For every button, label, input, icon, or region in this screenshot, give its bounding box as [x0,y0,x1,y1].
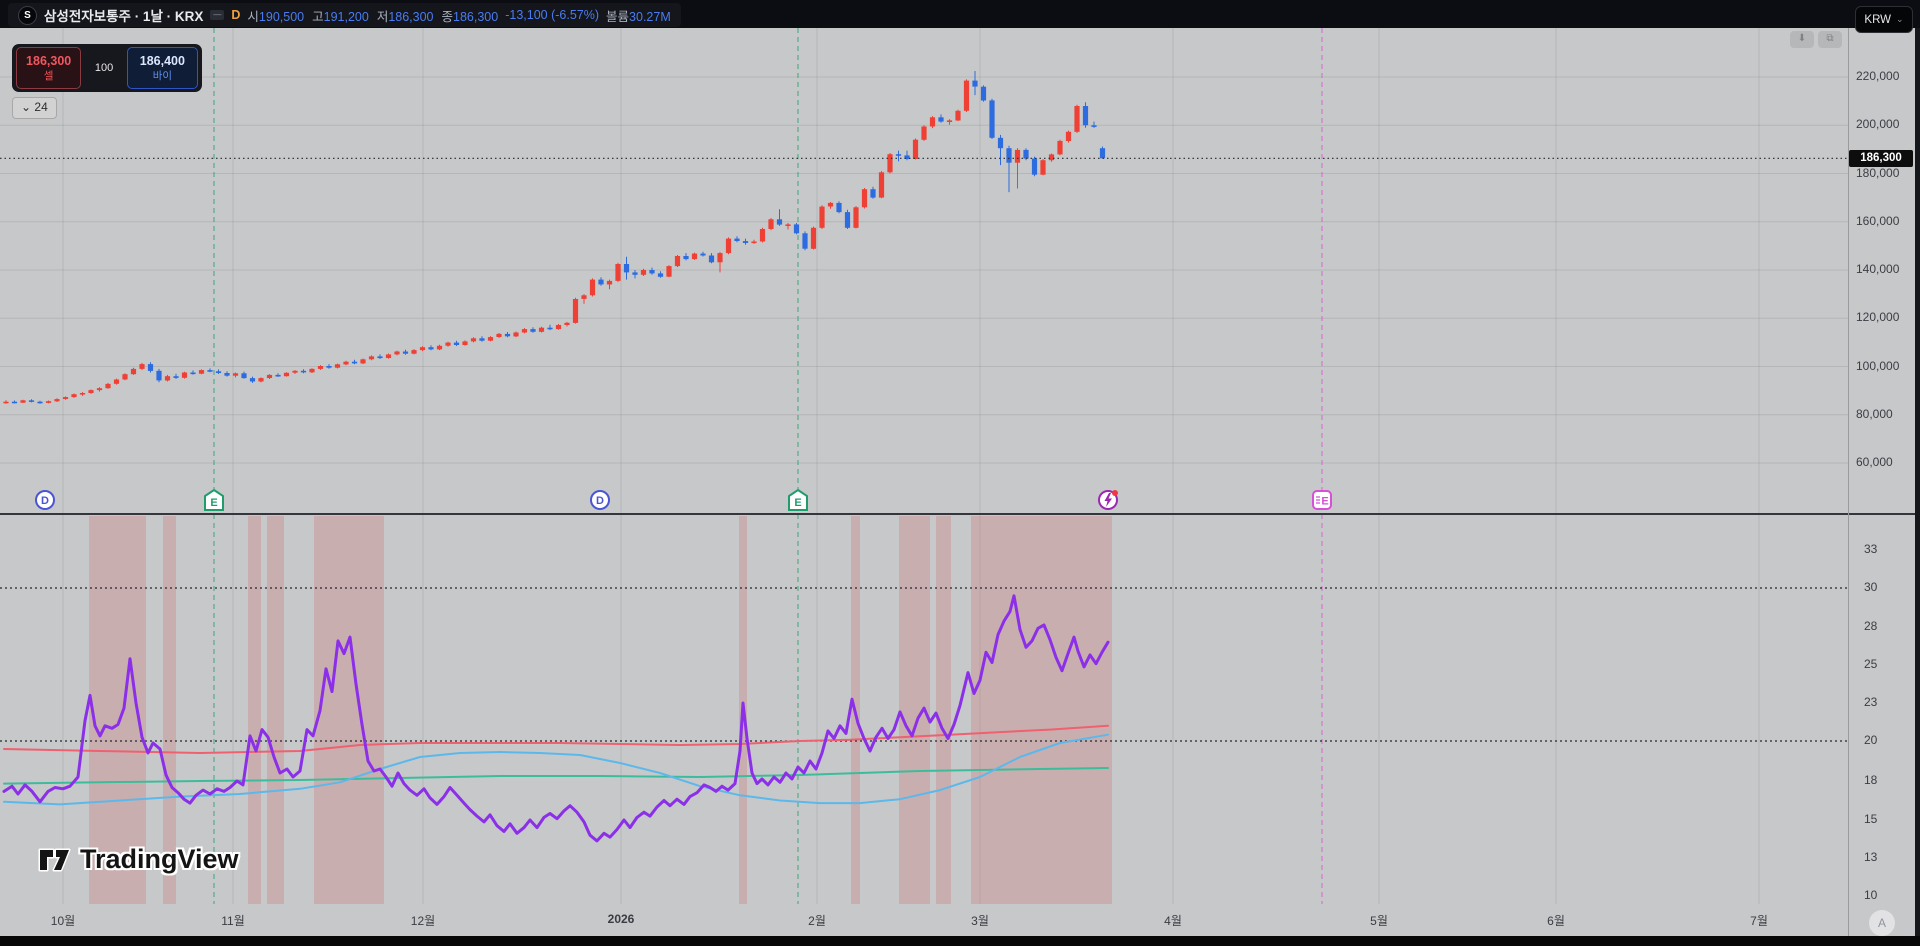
sell-button[interactable]: 186,300 셀 [16,47,82,89]
panel-separator[interactable] [0,513,1920,515]
price-tick-label: 220,000 [1856,69,1900,83]
time-tick-label: 5월 [1370,914,1388,928]
tradingview-watermark[interactable]: TradingView [38,844,239,875]
ohlc-field: 시190,500 [247,9,305,24]
indicator-tick-label: 23 [1864,695,1878,709]
earnings-marker-icon[interactable]: E [787,488,809,511]
dividend-marker-icon[interactable]: D [589,489,611,511]
currency-label: KRW [1864,13,1892,26]
indicator-tick-label: 15 [1864,812,1878,826]
sell-label: 셀 [43,69,54,82]
indicator-tick-label: 18 [1864,773,1878,787]
order-panel: 186,300 셀 100 186,400 바이 [12,44,202,92]
indicator-tick-label: 10 [1864,888,1878,902]
svg-text:D: D [596,495,604,507]
camera-icon[interactable]: ⧉ [1818,31,1842,48]
ohlc-values: 시190,500 고191,200 저186,300 종186,300 [247,6,498,25]
earnings-marker-icon[interactable]: E [203,488,225,511]
chevron-down-icon: ⌄ [1896,14,1904,24]
bottom-bar [0,936,1920,946]
price-tick-label: 180,000 [1856,166,1900,180]
price-tick-label: 80,000 [1856,407,1893,421]
price-tick-label: 120,000 [1856,310,1900,324]
indicator-tick-label: 33 [1864,542,1878,556]
buy-price: 186,400 [139,53,185,68]
timeframe-label: D [231,8,241,22]
indicator-tick-label: 13 [1864,850,1878,864]
indicator-tick-label: 20 [1864,733,1878,747]
time-tick-label: 2026 [607,912,635,926]
price-tick-label: 100,000 [1856,359,1900,373]
indicator-tick-label: 30 [1864,580,1878,594]
ohlc-field: 종186,300 [441,9,499,24]
time-tick-label: 6월 [1547,914,1565,928]
download-icon[interactable]: ⬇ [1790,31,1814,48]
collapse-icon[interactable]: — [210,10,225,20]
time-tick-label: 7월 [1750,914,1768,928]
ohlc-field: 고191,200 [312,9,369,24]
economic-event-marker-icon[interactable]: E [1311,489,1333,511]
svg-text:E: E [210,497,217,509]
object-count: 24 [34,100,48,114]
indicator-tick-label: 28 [1864,619,1878,633]
svg-text:E: E [1321,496,1328,508]
chart-plot-area[interactable] [0,28,1848,914]
time-tick-label: 11월 [221,914,245,928]
price-tick-label: 60,000 [1856,455,1893,469]
time-tick-label: 12월 [410,914,436,928]
currency-selector[interactable]: KRW ⌄ [1855,6,1913,33]
time-tick-label: 3월 [971,914,989,928]
buy-button[interactable]: 186,400 바이 [126,47,198,89]
chevron-down-icon: ⌄ [21,100,32,114]
buy-label: 바이 [152,69,173,82]
dividend-marker-icon[interactable]: D [34,489,56,511]
quantity-field[interactable]: 100 [81,62,126,74]
symbol-title[interactable]: 삼성전자보통주 · 1날 · KRX [44,5,203,25]
tradingview-logo-icon [38,848,71,871]
change-value: -13,100 (-6.57%) [505,8,600,22]
sell-price: 186,300 [26,53,72,68]
time-tick-label: 2월 [808,914,826,928]
ohlc-field: 저186,300 [376,9,434,24]
tradingview-chart-window: S 삼성전자보통주 · 1날 · KRX — D 시190,500 고191,20… [0,0,1920,946]
time-tick-label: 4월 [1164,914,1182,928]
price-tick-label: 200,000 [1856,117,1900,131]
svg-text:E: E [794,497,801,509]
auto-scale-button[interactable]: A [1869,910,1895,936]
svg-text:D: D [41,495,49,507]
last-price-badge: 186,300 [1849,150,1913,167]
symbol-legend[interactable]: S 삼성전자보통주 · 1날 · KRX — D 시190,500 고191,20… [8,3,681,27]
symbol-logo: S [18,5,37,25]
volume-field: 볼륨30.27M [606,9,671,24]
price-tick-label: 140,000 [1856,262,1900,276]
time-tick-label: 10월 [50,914,76,928]
object-tree-chip[interactable]: ⌄ 24 [12,97,57,119]
volume-value: 30.27M [629,9,671,24]
tradingview-wordmark: TradingView [80,844,239,874]
indicator-tick-label: 25 [1864,657,1878,671]
flash-event-marker-icon[interactable] [1097,489,1119,511]
price-tick-label: 160,000 [1856,214,1900,228]
right-edge-strip [1915,28,1920,936]
